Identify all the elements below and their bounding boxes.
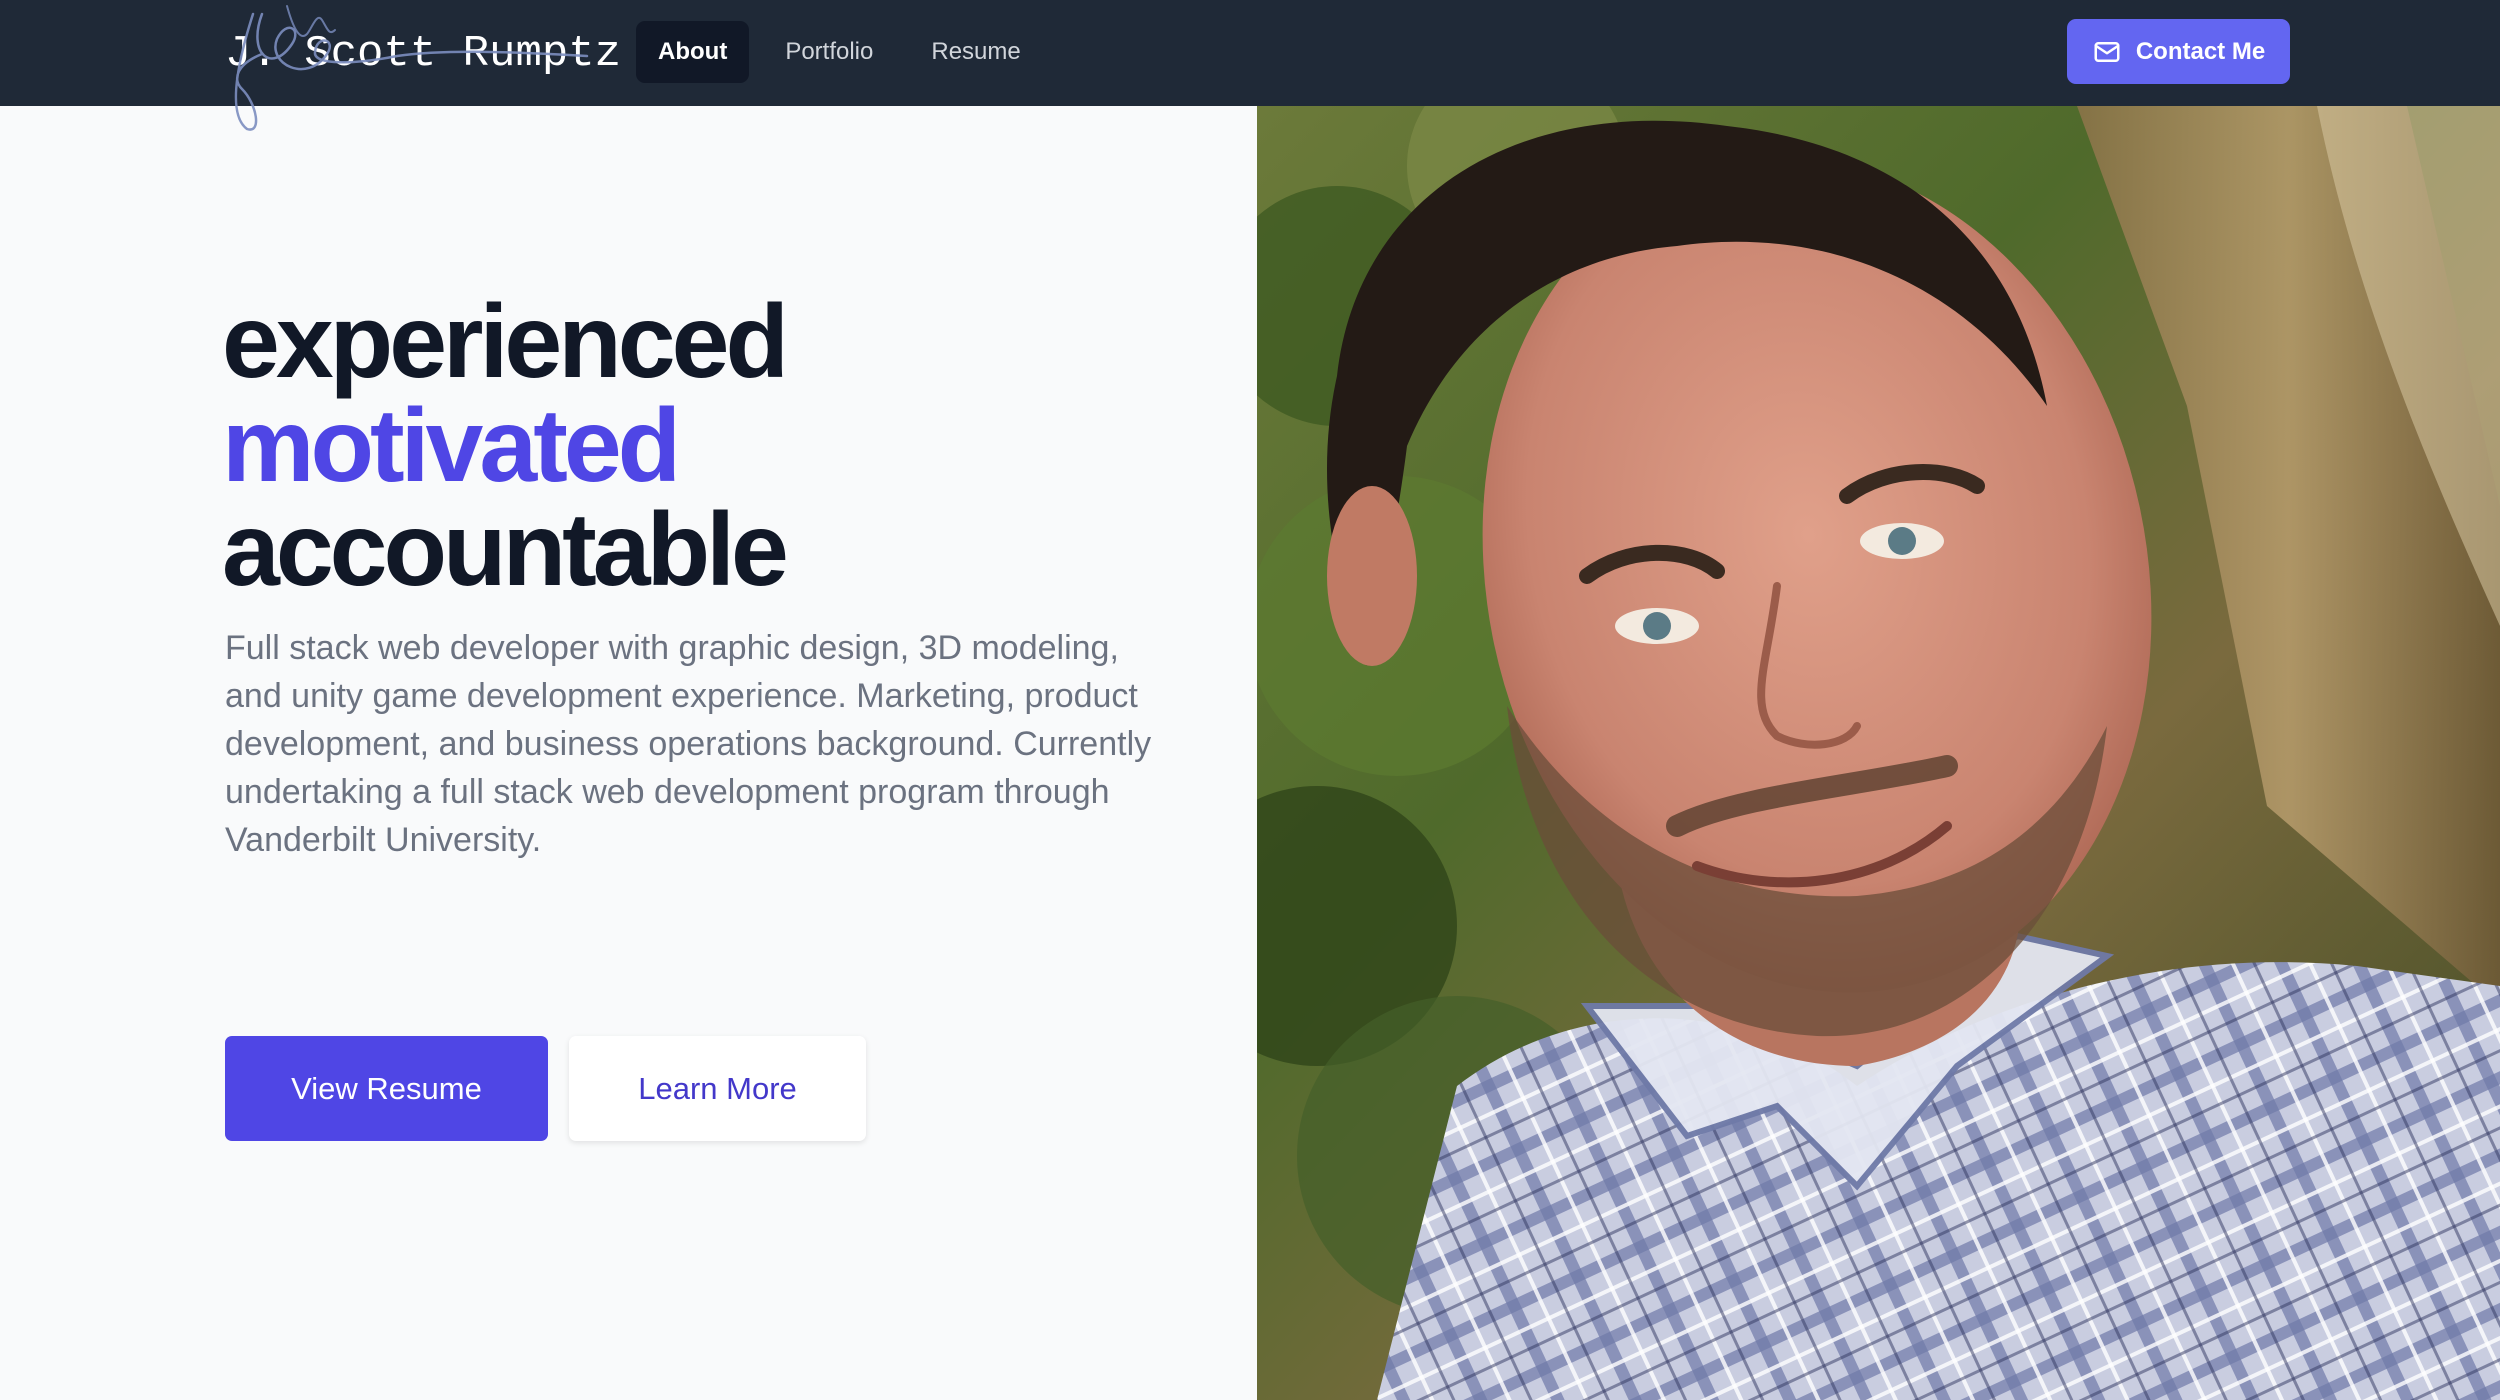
headline-word-accountable: accountable	[222, 492, 789, 608]
headline-word-motivated: motivated	[222, 388, 681, 504]
hero-headline: experienced motivated accountable	[222, 284, 789, 608]
hero-intro-text: Full stack web developer with graphic de…	[225, 629, 1152, 859]
nav-link-about[interactable]: About	[636, 21, 750, 83]
contact-me-label: Contact Me	[2135, 37, 2266, 65]
main-nav: About Portfolio Resume	[636, 21, 1043, 83]
envelope-icon	[2094, 41, 2120, 62]
brand-logo[interactable]: J. Scott Rumptz	[225, 5, 622, 131]
top-navbar: J. Scott Rumptz About Portfolio Resume C…	[0, 0, 2500, 131]
headline-word-experienced: experienced	[222, 284, 789, 400]
contact-me-button[interactable]: Contact Me	[2067, 19, 2290, 84]
learn-more-button[interactable]: Learn More	[569, 1036, 866, 1141]
view-resume-button[interactable]: View Resume	[225, 1036, 548, 1141]
portrait-illustration	[1257, 106, 2500, 1400]
nav-link-resume[interactable]: Resume	[909, 21, 1042, 83]
brand-name: J. Scott Rumptz	[225, 29, 622, 79]
nav-link-portfolio[interactable]: Portfolio	[763, 21, 895, 83]
profile-photo	[1257, 106, 2500, 1400]
